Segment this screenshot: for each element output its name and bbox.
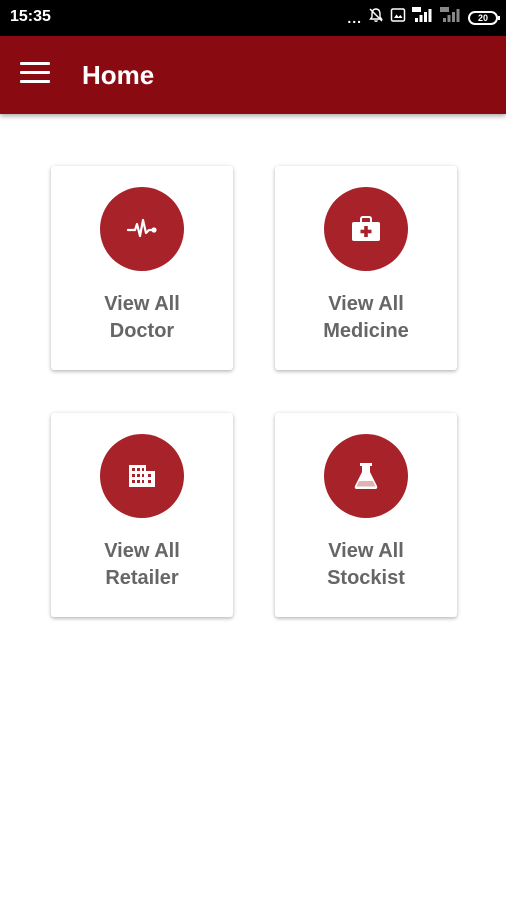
status-time: 15:35: [10, 8, 51, 25]
view-all-stockist-card[interactable]: View All Stockist: [275, 413, 457, 617]
hamburger-menu-icon[interactable]: [20, 62, 50, 86]
signal-4g-icon: [412, 7, 434, 28]
signal-weak-icon: [440, 7, 462, 28]
status-bar: 15:35 ... 20: [0, 0, 506, 36]
view-all-retailer-card[interactable]: View All Retailer: [51, 413, 233, 617]
card-label-line2: Medicine: [323, 320, 409, 342]
card-label-line2: Retailer: [105, 567, 179, 589]
view-all-doctor-card[interactable]: View All Doctor: [51, 166, 233, 370]
heartbeat-icon: [100, 187, 184, 271]
card-label: View All Retailer: [51, 538, 233, 592]
screenshot-notification-icon: [390, 7, 406, 28]
battery-icon: 20: [468, 10, 500, 25]
card-label-line1: View All: [328, 540, 404, 562]
card-label-line2: Stockist: [327, 567, 405, 589]
card-label-line1: View All: [328, 293, 404, 315]
flask-icon: [324, 434, 408, 518]
card-label: View All Doctor: [51, 291, 233, 345]
more-notifications-indicator: ...: [347, 9, 362, 26]
card-label-line1: View All: [104, 293, 180, 315]
card-label: View All Medicine: [275, 291, 457, 345]
card-label-line1: View All: [104, 540, 180, 562]
card-label: View All Stockist: [275, 538, 457, 592]
card-label-line2: Doctor: [109, 320, 175, 342]
status-icons: ... 20: [347, 7, 500, 28]
battery-level: 20: [477, 12, 488, 23]
app-bar: Home: [0, 36, 506, 114]
muted-bell-icon: [368, 7, 384, 28]
building-icon: [100, 434, 184, 518]
page-title: Home: [82, 60, 155, 90]
medical-kit-icon: [324, 187, 408, 271]
view-all-medicine-card[interactable]: View All Medicine: [275, 166, 457, 370]
